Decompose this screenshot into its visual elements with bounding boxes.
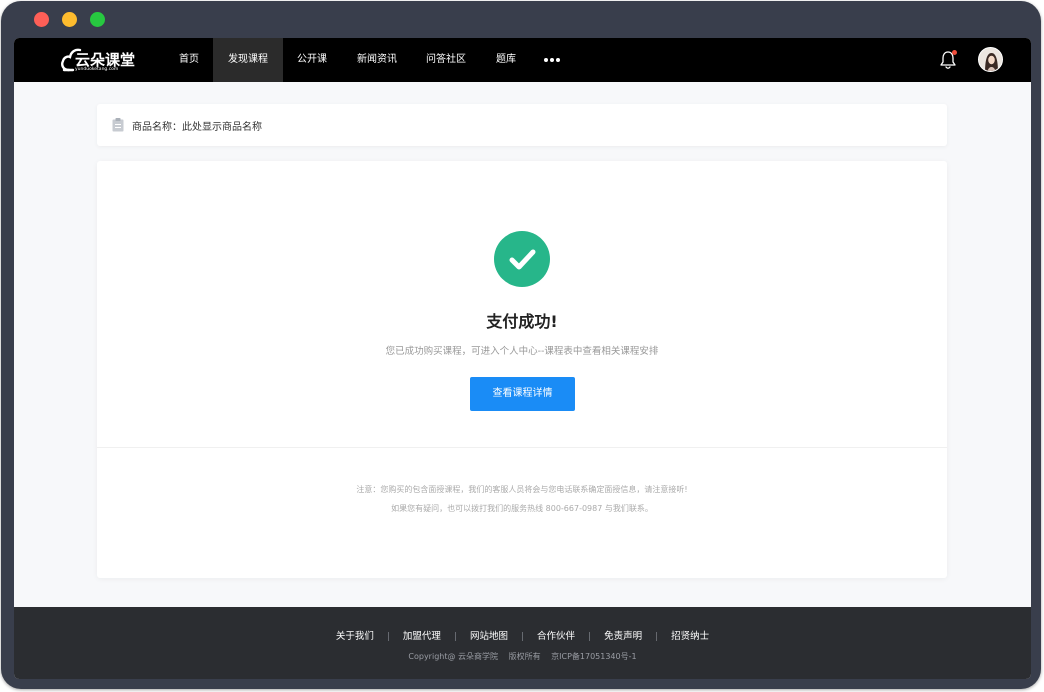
hotline-text: 如果您有疑问，也可以拨打我们的服务热线 800-667-0987 与我们联系。 (391, 504, 653, 513)
notification-dot (952, 50, 957, 55)
footer-separator: | (588, 632, 592, 642)
footer-links: 关于我们 | 加盟代理 | 网站地图 | 合作伙伴 | 免责声明 | 招贤纳士 (14, 624, 1031, 643)
footer-copyright: Copyright@ 云朵商学院 版权所有 京ICP备17051340号-1 (14, 651, 1031, 662)
footer-link-sitemap[interactable]: 网站地图 (470, 628, 508, 642)
checkmark-icon (509, 249, 536, 270)
nav-item-label: 新闻资讯 (357, 54, 397, 65)
nav-item-label: 公开课 (297, 54, 327, 65)
nav-item-label: 问答社区 (426, 54, 466, 65)
nav-item-discover-courses[interactable]: 发现课程 (213, 38, 283, 82)
top-navigation: 云朵课堂 yunduoketang.com 首页 发现课程 公开课 新闻资讯 问… (14, 38, 1031, 82)
footer-separator: | (386, 632, 390, 642)
footer-link-partners[interactable]: 合作伙伴 (537, 628, 575, 642)
bell-icon[interactable] (938, 49, 958, 71)
rights-text: 版权所有 (508, 652, 541, 661)
payment-result-card: 支付成功! 您已成功购买课程，可进入个人中心--课程表中查看相关课程安排 查看课… (97, 161, 947, 578)
nav-item-question-bank[interactable]: 题库 (491, 38, 521, 82)
logo-domain: yunduoketang.com (75, 67, 119, 72)
nav-item-open-courses[interactable]: 公开课 (292, 38, 332, 82)
nav-item-label: 首页 (179, 54, 199, 65)
product-name-label: 商品名称： (132, 122, 182, 133)
maximize-window-button[interactable] (90, 12, 105, 27)
close-window-button[interactable] (34, 12, 49, 27)
notice-text: 注意：您购买的包含面授课程，我们的客服人员将会与您电话联系确定面授信息，请注意接… (356, 485, 688, 494)
site-footer: 关于我们 | 加盟代理 | 网站地图 | 合作伙伴 | 免责声明 | 招贤纳士 Copyright@… (14, 607, 1031, 679)
window-frame: 云朵课堂 yunduoketang.com 首页 发现课程 公开课 新闻资讯 问… (1, 1, 1041, 689)
footer-separator: | (520, 632, 525, 642)
site-logo[interactable]: 云朵课堂 yunduoketang.com (60, 43, 135, 77)
nav-item-home[interactable]: 首页 (171, 38, 207, 82)
avatar-image (979, 48, 1002, 71)
product-name-value: 此处显示商品名称 (182, 122, 262, 133)
footer-link-franchise[interactable]: 加盟代理 (403, 628, 441, 642)
minimize-window-button[interactable] (62, 12, 77, 27)
copyright-text: Copyright@ 云朵商学院 (408, 652, 499, 661)
footer-link-about-us[interactable]: 关于我们 (336, 628, 374, 642)
product-info-card: 商品名称： 此处显示商品名称 (97, 104, 947, 146)
nav-item-label: 题库 (496, 54, 516, 65)
more-horizontal-icon[interactable] (542, 38, 562, 82)
user-avatar[interactable] (978, 47, 1003, 72)
icp-license-link[interactable]: 京ICP备17051340号-1 (551, 652, 636, 661)
nav-item-qa-community[interactable]: 问答社区 (421, 38, 471, 82)
clipboard-icon (112, 118, 124, 132)
footer-separator: | (655, 632, 659, 642)
success-description: 您已成功购买课程，可进入个人中心--课程表中查看相关课程安排 (385, 346, 659, 357)
view-course-details-button[interactable]: 查看课程详情 (470, 377, 575, 411)
nav-item-label: 发现课程 (228, 54, 268, 65)
check-circle-icon (494, 231, 550, 287)
footer-link-disclaimer[interactable]: 免责声明 (604, 628, 642, 642)
footer-separator: | (453, 632, 457, 642)
success-title: 支付成功! (486, 312, 558, 331)
nav-item-news[interactable]: 新闻资讯 (352, 38, 402, 82)
browser-viewport: 云朵课堂 yunduoketang.com 首页 发现课程 公开课 新闻资讯 问… (14, 38, 1031, 679)
divider (97, 447, 947, 448)
footer-link-careers[interactable]: 招贤纳士 (671, 628, 709, 642)
